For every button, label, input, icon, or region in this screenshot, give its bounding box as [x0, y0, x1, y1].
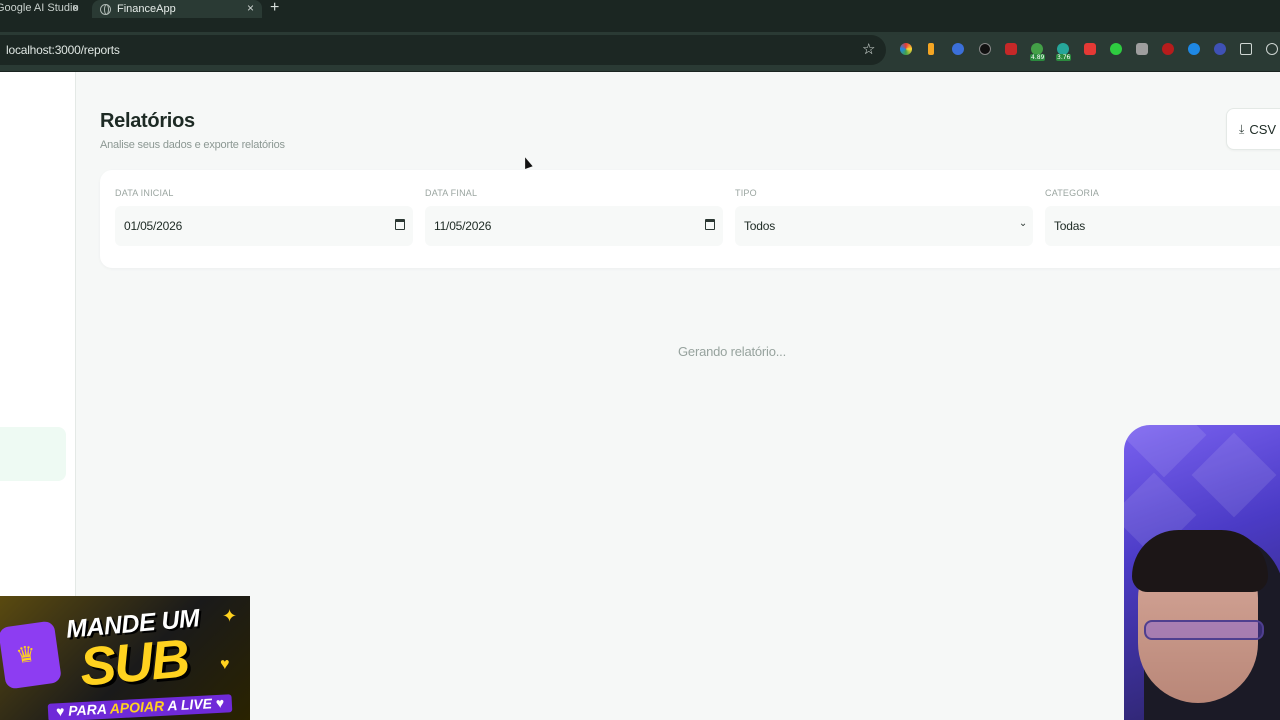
subscribe-banner: ♛ ✦ MANDE UM SUB ♥ ♥ PARA APOIAR A LIVE … [0, 596, 250, 720]
new-tab-button[interactable]: + [270, 0, 279, 17]
tab-title: Google AI Studio [0, 2, 79, 14]
heart-icon: ♥ [220, 656, 230, 673]
download-icon: ⤓ [1239, 121, 1245, 136]
extension-flame-icon[interactable] [928, 43, 934, 55]
extension-color-icon[interactable] [900, 43, 912, 55]
end-date-input[interactable]: 11/05/2026 [425, 206, 723, 246]
chevron-down-icon: ⌄ [1018, 218, 1027, 229]
tab-title: FinanceApp [117, 3, 176, 15]
filters-card: DATA INICIAL 01/05/2026 DATA FINAL 11/05… [100, 170, 1280, 268]
type-select[interactable]: Todos ⌄ [735, 206, 1033, 246]
start-date-value: 01/05/2026 [124, 219, 183, 233]
type-label: TIPO [735, 188, 757, 198]
close-icon[interactable]: × [72, 1, 79, 15]
page-subtitle: Analise seus dados e exporte relatórios [100, 139, 285, 151]
type-value: Todos [744, 219, 776, 233]
extensions-puzzle-icon[interactable] [1240, 43, 1252, 55]
extension-maroon-icon[interactable] [1162, 43, 1174, 55]
extension-badge: 4.89 [1030, 54, 1046, 61]
calendar-icon[interactable] [705, 219, 715, 230]
start-date-field: DATA INICIAL 01/05/2026 [115, 188, 413, 246]
calendar-icon[interactable] [395, 219, 405, 230]
category-value: Todas [1054, 219, 1086, 233]
start-date-input[interactable]: 01/05/2026 [115, 206, 413, 246]
export-csv-button[interactable]: ⤓ CSV [1226, 108, 1280, 150]
end-date-field: DATA FINAL 11/05/2026 [425, 188, 723, 246]
banner-line3-suffix: A LIVE ♥ [163, 694, 225, 714]
banner-line3-prefix: ♥ PARA [55, 700, 111, 720]
browser-toolbar: localhost:3000/reports ☆ 4.89 3.76 [0, 32, 1280, 72]
banner-line3-highlight: APOIAR [109, 697, 165, 717]
person-glasses [1144, 620, 1264, 640]
browser-tab-bar: Google AI Studio × FinanceApp × + [0, 0, 1280, 32]
profile-icon[interactable] [1266, 43, 1278, 55]
close-icon[interactable]: × [247, 1, 254, 15]
sparkle-icon: ✦ [222, 606, 238, 626]
wall-tile [1191, 432, 1277, 518]
category-select[interactable]: Todas [1045, 206, 1280, 246]
extension-camera-icon[interactable] [1136, 43, 1148, 55]
category-field: CATEGORIA Todas [1045, 188, 1280, 246]
extension-red-icon[interactable] [1005, 43, 1017, 55]
start-date-label: DATA INICIAL [115, 188, 174, 198]
address-bar[interactable]: localhost:3000/reports ☆ [0, 35, 886, 65]
type-field: TIPO Todos ⌄ [735, 188, 1033, 246]
end-date-value: 11/05/2026 [434, 219, 492, 233]
extension-dark-icon[interactable] [979, 43, 991, 55]
crown-icon: ♛ [14, 640, 38, 669]
extension-indigo-icon[interactable] [1214, 43, 1226, 55]
extension-youtube-icon[interactable] [1084, 43, 1096, 55]
loading-status: Gerando relatório... [678, 344, 787, 359]
url-text[interactable]: localhost:3000/reports [6, 43, 120, 57]
extension-blue2-icon[interactable] [1188, 43, 1200, 55]
bookmark-star-icon[interactable]: ☆ [862, 40, 875, 58]
sidebar-item-reports[interactable] [0, 427, 66, 481]
tab-google-ai-studio[interactable]: Google AI Studio × [0, 0, 90, 16]
extension-blue-icon[interactable] [952, 43, 964, 55]
main-content: Relatórios Analise seus dados e exporte … [76, 72, 1280, 720]
person-hair [1132, 530, 1268, 592]
page-title: Relatórios [100, 110, 195, 132]
end-date-label: DATA FINAL [425, 188, 478, 198]
extension-badge: 3.76 [1056, 54, 1072, 61]
wall-tile [1124, 425, 1207, 478]
banner-line2: SUB [77, 628, 191, 698]
globe-icon [100, 3, 111, 15]
export-csv-label: CSV [1249, 121, 1277, 137]
tab-financeapp[interactable]: FinanceApp × [92, 0, 262, 18]
category-label: CATEGORIA [1045, 188, 1100, 198]
webcam-feed [1124, 425, 1280, 720]
extension-lime-icon[interactable] [1110, 43, 1122, 55]
